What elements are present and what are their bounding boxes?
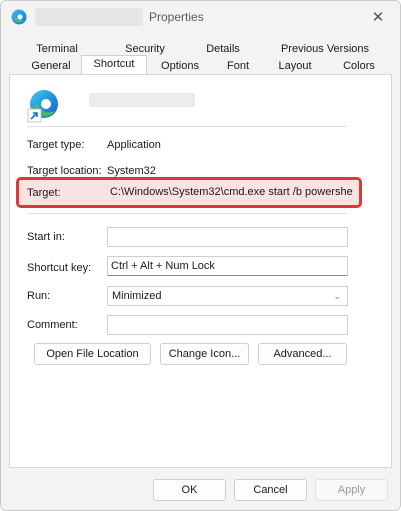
shortcut-name-redacted — [89, 93, 195, 107]
shortcut-key-field[interactable]: Ctrl + Alt + Num Lock — [107, 256, 348, 276]
tab-previous-versions[interactable]: Previous Versions — [271, 41, 379, 58]
comment-field[interactable] — [107, 315, 348, 335]
run-select-value: Minimized — [112, 290, 162, 302]
tab-colors[interactable]: Colors — [331, 58, 387, 75]
advanced-button[interactable]: Advanced... — [258, 343, 347, 365]
target-location-value: System32 — [107, 165, 156, 177]
window-title: Properties — [149, 10, 204, 24]
comment-label: Comment: — [27, 319, 78, 331]
chevron-down-icon: ⌄ — [333, 291, 341, 301]
title-filename-redacted — [35, 8, 143, 26]
edge-icon — [11, 9, 27, 25]
divider — [27, 213, 347, 214]
start-in-field[interactable] — [107, 227, 348, 247]
title-bar: Properties ✕ — [1, 1, 400, 34]
divider — [27, 126, 347, 127]
apply-button[interactable]: Apply — [315, 479, 388, 501]
target-location-label: Target location: — [27, 165, 102, 177]
ok-button[interactable]: OK — [153, 479, 226, 501]
target-field-value: C:\Windows\System32\cmd.exe start /b pow… — [110, 186, 353, 198]
target-label: Target: — [27, 187, 61, 199]
tab-layout[interactable]: Layout — [267, 58, 323, 75]
target-type-label: Target type: — [27, 139, 85, 151]
target-field[interactable]: C:\Windows\System32\cmd.exe start /b pow… — [107, 183, 353, 203]
shortcut-key-label: Shortcut key: — [27, 262, 92, 274]
tab-general[interactable]: General — [19, 58, 83, 75]
tab-font[interactable]: Font — [215, 58, 261, 75]
run-label: Run: — [27, 290, 51, 302]
change-icon-button[interactable]: Change Icon... — [160, 343, 249, 365]
tab-details[interactable]: Details — [191, 41, 255, 58]
tab-options[interactable]: Options — [151, 58, 209, 75]
target-type-value: Application — [107, 139, 161, 151]
open-file-location-button[interactable]: Open File Location — [34, 343, 151, 365]
properties-dialog: Properties ✕ Terminal Security Details P… — [0, 0, 401, 511]
run-select[interactable]: Minimized ⌄ — [107, 286, 348, 306]
tab-shortcut[interactable]: Shortcut — [81, 55, 147, 75]
close-icon: ✕ — [371, 9, 385, 26]
shortcut-key-value: Ctrl + Alt + Num Lock — [111, 260, 215, 272]
cancel-button[interactable]: Cancel — [234, 479, 307, 501]
start-in-label: Start in: — [27, 231, 65, 243]
close-button[interactable]: ✕ — [365, 5, 391, 29]
edge-icon — [27, 89, 61, 123]
